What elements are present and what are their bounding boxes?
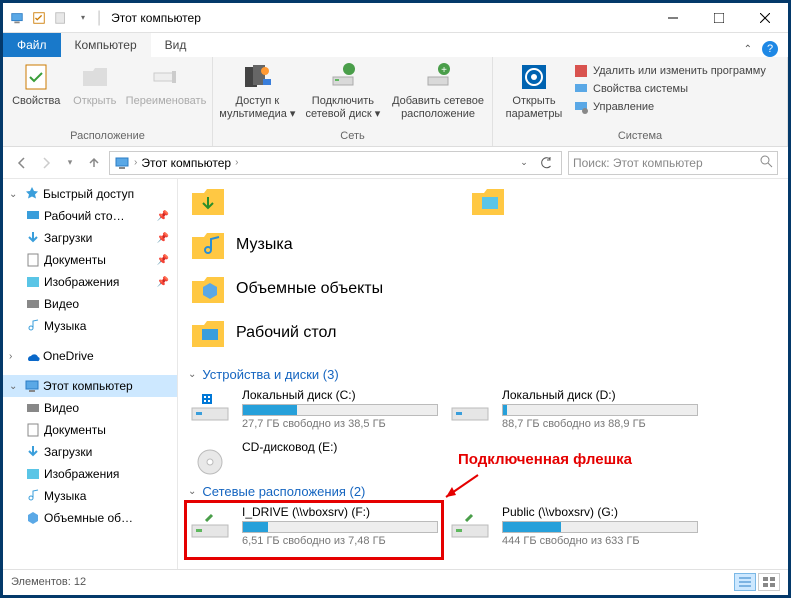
nav-forward-icon[interactable] bbox=[37, 154, 55, 172]
documents-icon bbox=[25, 252, 41, 268]
pc-icon bbox=[24, 378, 40, 394]
collapse-ribbon-icon[interactable]: ⌃ bbox=[744, 44, 752, 55]
tree-this-pc[interactable]: ⌄Этот компьютер bbox=[3, 375, 177, 397]
navigation-tree: ⌄Быстрый доступ Рабочий сто…📌 Загрузки📌 … bbox=[3, 179, 178, 569]
folder-partial-downloads[interactable] bbox=[188, 183, 468, 219]
pin-icon: 📌 bbox=[157, 233, 169, 244]
download-icon bbox=[25, 230, 41, 246]
system-properties-button[interactable]: Свойства системы bbox=[573, 81, 766, 97]
tree-downloads2[interactable]: Загрузки bbox=[3, 441, 177, 463]
nav-recent-icon[interactable]: ▾ bbox=[61, 154, 79, 172]
drive-e[interactable]: CD-дисковод (E:) bbox=[188, 440, 438, 476]
add-network-button[interactable]: + Добавить сетевое расположение bbox=[390, 61, 486, 120]
uninstall-programs-button[interactable]: Удалить или изменить программу bbox=[573, 63, 766, 79]
documents-icon bbox=[25, 422, 41, 438]
tree-pictures[interactable]: Изображения📌 bbox=[3, 271, 177, 293]
tree-music2[interactable]: Музыка bbox=[3, 485, 177, 507]
folder-3d-objects[interactable]: Объемные объекты bbox=[188, 271, 488, 307]
ribbon-tabs: Файл Компьютер Вид ⌃ ? bbox=[3, 33, 788, 57]
view-large-icon[interactable] bbox=[758, 573, 780, 591]
drive-g[interactable]: Public (\\vboxsrv) (G:)444 ГБ свободно и… bbox=[448, 505, 698, 547]
folder-small-icon bbox=[53, 10, 69, 26]
drive-d[interactable]: Локальный диск (D:)88,7 ГБ свободно из 8… bbox=[448, 388, 698, 430]
tree-video[interactable]: Видео bbox=[3, 293, 177, 315]
manage-button[interactable]: Управление bbox=[573, 99, 766, 115]
pictures-icon bbox=[25, 466, 41, 482]
open-button[interactable]: Открыть bbox=[68, 61, 123, 108]
onedrive-icon bbox=[24, 348, 40, 364]
annotation-text: Подключенная флешка bbox=[458, 451, 632, 468]
tree-volumes[interactable]: Объемные об… bbox=[3, 507, 177, 529]
minimize-button[interactable] bbox=[650, 3, 696, 33]
download-icon bbox=[25, 444, 41, 460]
tree-onedrive[interactable]: ›OneDrive bbox=[3, 345, 177, 367]
pin-icon: 📌 bbox=[157, 277, 169, 288]
group-system-label: Система bbox=[493, 128, 787, 146]
map-drive-button[interactable]: Подключить сетевой диск ▾ bbox=[300, 61, 386, 120]
ribbon: Свойства Открыть Переименовать Расположе… bbox=[3, 57, 788, 147]
drive-c[interactable]: Локальный диск (C:)27,7 ГБ свободно из 3… bbox=[188, 388, 438, 430]
main-area: ⌄Быстрый доступ Рабочий сто…📌 Загрузки📌 … bbox=[3, 179, 788, 569]
window-title: Этот компьютер bbox=[111, 11, 201, 25]
tree-desktop[interactable]: Рабочий сто…📌 bbox=[3, 205, 177, 227]
video-icon bbox=[25, 296, 41, 312]
group-devices-header[interactable]: ⌄Устройства и диски (3) bbox=[188, 367, 778, 382]
status-item-count: Элементов: 12 bbox=[11, 576, 86, 588]
annotation-arrow-icon bbox=[442, 473, 482, 503]
annotation-box bbox=[184, 500, 444, 560]
titlebar: ▾ | Этот компьютер bbox=[3, 3, 788, 33]
tree-documents2[interactable]: Документы bbox=[3, 419, 177, 441]
tab-view[interactable]: Вид bbox=[151, 33, 201, 57]
status-bar: Элементов: 12 bbox=[3, 569, 788, 593]
star-icon bbox=[24, 186, 40, 202]
folder-music[interactable]: Музыка bbox=[188, 227, 488, 263]
media-access-button[interactable]: Доступ к мультимедиа ▾ bbox=[219, 61, 296, 120]
tree-documents[interactable]: Документы📌 bbox=[3, 249, 177, 271]
tree-pictures2[interactable]: Изображения bbox=[3, 463, 177, 485]
desktop-icon bbox=[25, 208, 41, 224]
group-location-label: Расположение bbox=[3, 128, 212, 146]
tree-music[interactable]: Музыка bbox=[3, 315, 177, 337]
video-icon bbox=[25, 400, 41, 416]
address-pc-icon bbox=[114, 155, 130, 171]
content-pane: Музыка Объемные объекты Рабочий стол ⌄Ус… bbox=[178, 179, 788, 569]
address-dropdown-icon[interactable]: ⌄ bbox=[513, 156, 535, 170]
address-bar[interactable]: › Этот компьютер › ⌄ bbox=[109, 151, 562, 175]
pin-icon: 📌 bbox=[157, 211, 169, 222]
pictures-icon bbox=[25, 274, 41, 290]
folder-partial-pictures[interactable] bbox=[468, 183, 768, 219]
address-crumb[interactable]: Этот компьютер bbox=[141, 156, 231, 170]
tab-file[interactable]: Файл bbox=[3, 33, 61, 57]
pc-icon bbox=[9, 10, 25, 26]
properties-button[interactable]: Свойства bbox=[9, 61, 64, 108]
pin-icon: 📌 bbox=[157, 255, 169, 266]
search-input[interactable]: Поиск: Этот компьютер bbox=[568, 151, 778, 175]
group-network-label: Сеть bbox=[213, 128, 492, 146]
tab-computer[interactable]: Компьютер bbox=[61, 33, 151, 57]
tree-quick-access[interactable]: ⌄Быстрый доступ bbox=[3, 183, 177, 205]
qat-dropdown-icon[interactable]: ▾ bbox=[75, 10, 91, 26]
folder-desktop[interactable]: Рабочий стол bbox=[188, 315, 488, 351]
svg-text:+: + bbox=[441, 65, 447, 76]
close-button[interactable] bbox=[742, 3, 788, 33]
search-icon[interactable] bbox=[759, 154, 773, 171]
tree-video2[interactable]: Видео bbox=[3, 397, 177, 419]
tree-downloads[interactable]: Загрузки📌 bbox=[3, 227, 177, 249]
view-details-icon[interactable] bbox=[734, 573, 756, 591]
objects3d-icon bbox=[25, 510, 41, 526]
music-icon bbox=[25, 488, 41, 504]
group-network-header[interactable]: ⌄Сетевые расположения (2) bbox=[188, 484, 778, 499]
address-bar-row: ▾ › Этот компьютер › ⌄ Поиск: Этот компь… bbox=[3, 147, 788, 179]
help-icon[interactable]: ? bbox=[762, 41, 778, 57]
rename-button[interactable]: Переименовать bbox=[126, 61, 206, 108]
maximize-button[interactable] bbox=[696, 3, 742, 33]
open-settings-button[interactable]: Открыть параметры bbox=[499, 61, 569, 120]
music-icon bbox=[25, 318, 41, 334]
qat-properties-icon[interactable] bbox=[31, 10, 47, 26]
nav-up-icon[interactable] bbox=[85, 154, 103, 172]
refresh-icon[interactable] bbox=[535, 156, 557, 170]
nav-back-icon[interactable] bbox=[13, 154, 31, 172]
